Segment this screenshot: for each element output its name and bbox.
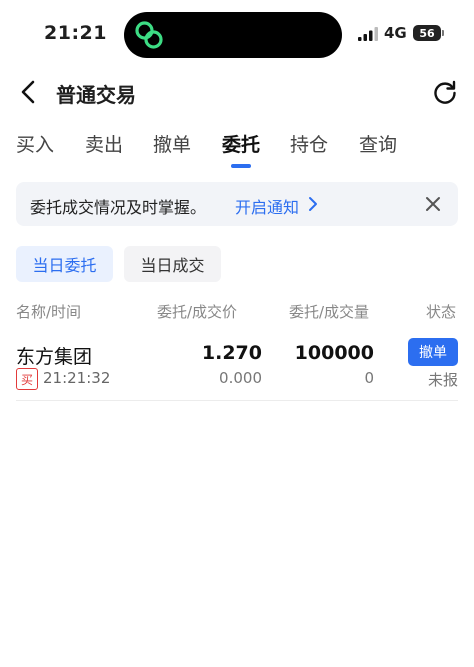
battery-tip (442, 30, 444, 36)
subtab-today-orders[interactable]: 当日委托 (16, 246, 113, 282)
subtab-today-deals[interactable]: 当日成交 (124, 246, 221, 282)
order-price: 1.270 (201, 342, 262, 364)
subtab-today-deals-label: 当日成交 (140, 256, 205, 275)
status-bar: 21:21 4G 56 (0, 0, 474, 70)
order-quantity: 100000 (294, 342, 374, 364)
tab-orders[interactable]: 委托 (222, 130, 260, 157)
tab-positions[interactable]: 持仓 (290, 130, 328, 157)
deal-quantity: 0 (364, 369, 374, 387)
trading-page: 21:21 4G 56 普通交易 买入 卖出 撤单 委托 持仓 查询 委托成交情… (0, 0, 474, 667)
status-time: 21:21 (44, 22, 107, 44)
tab-indicator (231, 164, 251, 168)
tab-buy[interactable]: 买入 (16, 130, 54, 157)
signal-icon (358, 27, 378, 41)
notification-banner: 委托成交情况及时掌握。 开启通知 (16, 182, 458, 226)
tab-query[interactable]: 查询 (359, 130, 397, 157)
order-time: 21:21:32 (43, 369, 111, 387)
order-status: 未报 (427, 371, 458, 389)
column-quantity: 委托/成交量 (289, 303, 370, 321)
tab-sell[interactable]: 卖出 (85, 130, 123, 157)
chevron-right-icon[interactable] (307, 196, 319, 212)
column-status: 状态 (426, 303, 457, 321)
cancel-order-button[interactable]: 撤单 (408, 338, 458, 366)
banner-text: 委托成交情况及时掌握。 (30, 198, 207, 217)
column-name-time: 名称/时间 (16, 303, 82, 321)
stock-name: 东方集团 (16, 346, 93, 368)
refresh-icon[interactable] (432, 79, 458, 105)
back-icon[interactable] (16, 78, 42, 106)
tab-bar: 买入 卖出 撤单 委托 持仓 查询 (0, 130, 474, 170)
buy-badge: 买 (16, 368, 38, 390)
tab-cancel[interactable]: 撤单 (153, 130, 191, 157)
enable-notification-link[interactable]: 开启通知 (235, 194, 299, 218)
dynamic-island (124, 12, 342, 58)
deal-price: 0.000 (219, 369, 262, 387)
battery-level: 56 (419, 26, 435, 40)
close-icon[interactable] (425, 196, 441, 212)
battery-icon: 56 (413, 25, 441, 41)
table-row[interactable]: 东方集团 买 21:21:32 1.270 0.000 100000 0 撤单 … (0, 334, 474, 402)
header: 普通交易 (0, 72, 474, 112)
link-logo-icon (135, 21, 163, 49)
column-price: 委托/成交价 (157, 303, 238, 321)
subtab-today-orders-label: 当日委托 (32, 256, 97, 275)
page-title: 普通交易 (56, 83, 136, 107)
cancel-order-label: 撤单 (419, 345, 447, 361)
network-type: 4G (384, 24, 407, 42)
row-divider (16, 400, 458, 401)
